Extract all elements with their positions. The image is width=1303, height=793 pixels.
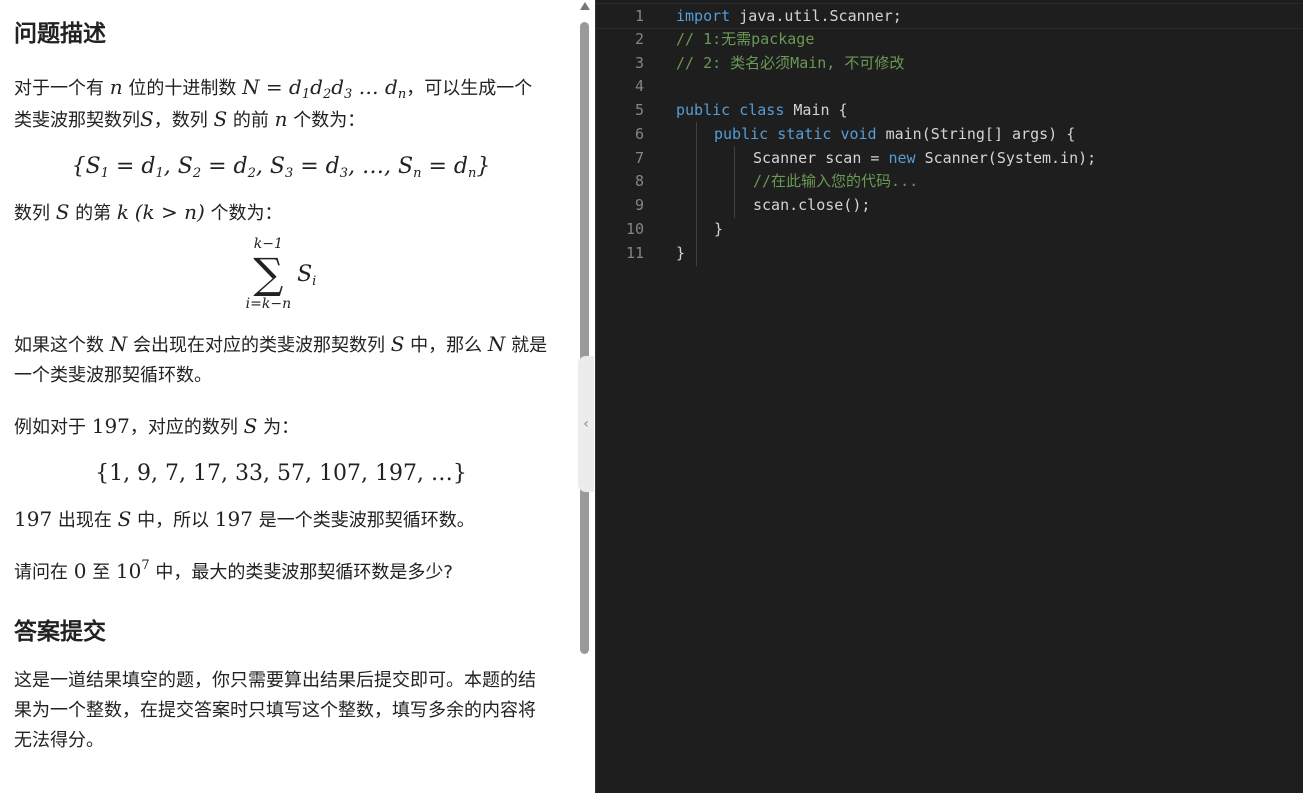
code-line[interactable]: 6 public static void main(String[] args)…	[596, 122, 1303, 146]
problem-question: 请问在 0 至 107 中，最大的类斐波那契循环数是多少?	[14, 558, 453, 583]
answer-heading: 答案提交	[14, 619, 106, 645]
problem-heading: 问题描述	[14, 21, 106, 47]
example-sequence-equation: {1, 9, 7, 17, 33, 57, 107, 197, …}	[95, 461, 467, 486]
code-line[interactable]: 7 Scanner scan = new Scanner(System.in);	[596, 146, 1303, 170]
answer-description: 这是一道结果填空的题，你只需要算出结果后提交即可。本题的结果为一个整数，在提交答…	[14, 670, 536, 751]
summation-formula: k−1 ∑ i=k−n Si	[245, 236, 317, 312]
code-editor[interactable]: 1 import java.util.Scanner; 2 // 1:无需pac…	[595, 0, 1303, 793]
code-line[interactable]: 10 }	[596, 217, 1303, 241]
code-line[interactable]: 9 scan.close();	[596, 193, 1303, 217]
code-line[interactable]: 5 public class Main {	[596, 98, 1303, 122]
code-line[interactable]: 4	[596, 74, 1303, 98]
problem-scrollbar[interactable]	[580, 22, 589, 654]
problem-panel: 问题描述 对于一个有 n 位的十进制数 N = d1d2d3 … dn，可以生成…	[0, 0, 578, 793]
problem-paragraph-5: 197 出现在 S 中，所以 197 是一个类斐波那契循环数。	[14, 507, 475, 531]
code-line[interactable]: 3 // 2: 类名必须Main, 不可修改	[596, 51, 1303, 75]
sequence-definition-equation: {S1 = d1, S2 = d2, S3 = d3, …, Sn = dn}	[71, 154, 491, 181]
problem-paragraph-2: 数列 S 的第 k (k > n) 个数为：	[14, 200, 283, 224]
code-line[interactable]: 8 //在此输入您的代码...	[596, 169, 1303, 193]
scroll-up-arrow-icon[interactable]	[580, 2, 590, 10]
panel-collapse-handle[interactable]: ‹	[578, 356, 594, 492]
code-line[interactable]: 2 // 1:无需package	[596, 27, 1303, 51]
chevron-left-icon: ‹	[583, 416, 589, 432]
problem-paragraph-1: 对于一个有 n 位的十进制数 N = d1d2d3 … dn，可以生成一个类斐波…	[14, 75, 533, 131]
problem-paragraph-4: 例如对于 197，对应的数列 S 为：	[14, 414, 300, 438]
code-line[interactable]: 11 }	[596, 241, 1303, 265]
problem-paragraph-3: 如果这个数 N 会出现在对应的类斐波那契数列 S 中，那么 N 就是一个类斐波那…	[14, 332, 548, 386]
code-line[interactable]: 1 import java.util.Scanner;	[596, 3, 1303, 29]
